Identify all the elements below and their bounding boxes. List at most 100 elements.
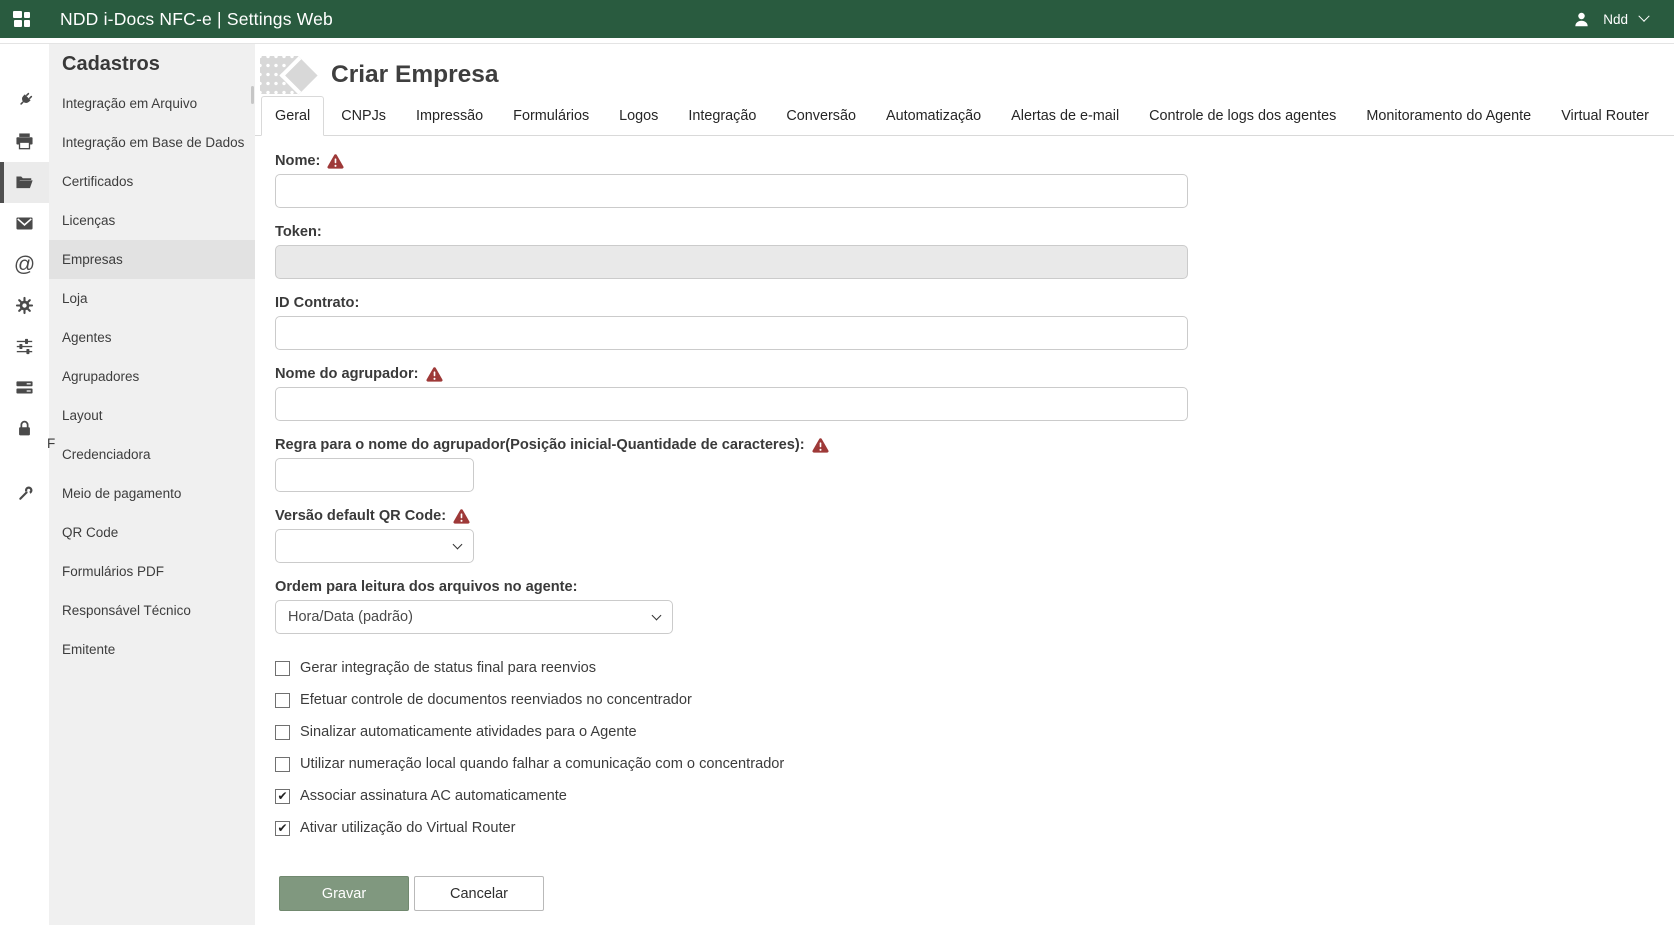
tab[interactable]: Controle de logs dos agentes bbox=[1136, 96, 1349, 135]
save-button[interactable]: Gravar bbox=[279, 876, 409, 911]
checkbox-row[interactable]: Ativar utilização do Virtual Router bbox=[275, 820, 1674, 836]
checkbox-row[interactable]: Efetuar controle de documentos reenviado… bbox=[275, 692, 1674, 708]
form-group: Nome: bbox=[275, 153, 1674, 208]
sidebar-scrollbar[interactable] bbox=[251, 86, 254, 104]
checkbox-row[interactable]: Gerar integração de status final para re… bbox=[275, 660, 1674, 676]
rail-item-tools[interactable] bbox=[0, 474, 49, 515]
field-label: Regra para o nome do agrupador(Posição i… bbox=[275, 437, 805, 453]
sidebar-item[interactable]: Credenciadora bbox=[49, 435, 255, 474]
warning-icon bbox=[327, 154, 344, 169]
wrench-icon bbox=[14, 484, 35, 505]
form-group: ID Contrato: bbox=[275, 295, 1674, 350]
tab[interactable]: Formulários bbox=[500, 96, 602, 135]
tab[interactable]: Conversão bbox=[773, 96, 869, 135]
form-group: Regra para o nome do agrupador(Posição i… bbox=[275, 437, 1674, 492]
rail-item-printing[interactable] bbox=[0, 121, 49, 162]
checkbox-unchecked-icon[interactable] bbox=[275, 725, 290, 740]
sidebar-item[interactable]: Loja bbox=[49, 279, 255, 318]
checkbox-label: Associar assinatura AC automaticamente bbox=[300, 788, 567, 804]
field-label: Nome do agrupador: bbox=[275, 366, 419, 382]
checkbox-row[interactable]: Sinalizar automaticamente atividades par… bbox=[275, 724, 1674, 740]
user-name: Ndd bbox=[1603, 12, 1628, 27]
field-input[interactable] bbox=[275, 316, 1188, 350]
sidebar-item[interactable]: Licenças bbox=[49, 201, 255, 240]
lock-icon bbox=[14, 418, 35, 439]
field-input bbox=[275, 245, 1188, 279]
checkbox-label: Gerar integração de status final para re… bbox=[300, 660, 596, 676]
sidebar-item[interactable]: Integração em Base de Dados bbox=[49, 123, 255, 162]
field-input[interactable] bbox=[275, 174, 1188, 208]
field-label: ID Contrato: bbox=[275, 295, 359, 311]
checkbox-row[interactable]: Associar assinatura AC automaticamente bbox=[275, 788, 1674, 804]
page-title: Criar Empresa bbox=[331, 61, 499, 89]
checkbox-label: Efetuar controle de documentos reenviado… bbox=[300, 692, 692, 708]
field-select[interactable] bbox=[275, 529, 474, 563]
sidebar-item[interactable]: Emitente bbox=[49, 630, 255, 669]
chevron-down-icon bbox=[1638, 11, 1649, 22]
checkbox-row[interactable]: Utilizar numeração local quando falhar a… bbox=[275, 756, 1674, 772]
field-label-row: Versão default QR Code: bbox=[275, 508, 1674, 524]
field-select[interactable]: Hora/Data (padrão) bbox=[275, 600, 673, 634]
sidebar-list: Integração em ArquivoIntegração em Base … bbox=[49, 84, 255, 669]
sidebar-title: Cadastros bbox=[49, 53, 255, 76]
checkbox-label: Sinalizar automaticamente atividades par… bbox=[300, 724, 637, 740]
field-input[interactable] bbox=[275, 458, 474, 492]
checkbox-group: Gerar integração de status final para re… bbox=[275, 660, 1674, 836]
tab[interactable]: Geral bbox=[261, 96, 324, 136]
field-label: Token: bbox=[275, 224, 322, 240]
sidebar-item[interactable]: QR Code bbox=[49, 513, 255, 552]
checkbox-checked-icon[interactable] bbox=[275, 821, 290, 836]
server-icon bbox=[14, 377, 35, 398]
sidebar-item[interactable]: Integração em Arquivo bbox=[49, 84, 255, 123]
tab[interactable]: Virtual Router bbox=[1548, 96, 1662, 135]
rail-item-settings[interactable] bbox=[0, 285, 49, 326]
warning-icon bbox=[812, 438, 829, 453]
sidebar-item[interactable]: Responsável Técnico bbox=[49, 591, 255, 630]
main-content: Criar Empresa GeralCNPJsImpressãoFormulá… bbox=[255, 44, 1674, 925]
tab[interactable]: Monitoramento do Agente bbox=[1353, 96, 1544, 135]
app-launcher-icon[interactable] bbox=[13, 11, 33, 28]
sidebar-item[interactable]: Certificados bbox=[49, 162, 255, 201]
checkbox-unchecked-icon[interactable] bbox=[275, 661, 290, 676]
checkbox-unchecked-icon[interactable] bbox=[275, 757, 290, 772]
field-input[interactable] bbox=[275, 387, 1188, 421]
warning-icon bbox=[453, 509, 470, 524]
rail-item-servers[interactable] bbox=[0, 367, 49, 408]
tab[interactable]: Automatização bbox=[873, 96, 994, 135]
icon-rail: @ bbox=[0, 44, 49, 925]
field-label-row: Token: bbox=[275, 224, 1674, 240]
sidebar-item[interactable]: Formulários PDF bbox=[49, 552, 255, 591]
tab[interactable]: Alertas de e-mail bbox=[998, 96, 1132, 135]
tab[interactable]: Logos bbox=[606, 96, 671, 135]
plug-icon bbox=[14, 90, 35, 111]
sidebar-item[interactable]: Agentes bbox=[49, 318, 255, 357]
rail-item-integration[interactable] bbox=[0, 80, 49, 121]
tab[interactable]: Impressão bbox=[403, 96, 496, 135]
user-menu[interactable]: Ndd bbox=[1572, 10, 1674, 29]
rail-item-parameters[interactable] bbox=[0, 326, 49, 367]
form-group: Ordem para leitura dos arquivos no agent… bbox=[275, 579, 1674, 634]
top-bar: NDD i-Docs NFC-e | Settings Web Ndd bbox=[0, 0, 1674, 38]
checkbox-checked-icon[interactable] bbox=[275, 789, 290, 804]
rail-item-mail[interactable] bbox=[0, 203, 49, 244]
sidebar-item[interactable]: Agrupadores bbox=[49, 357, 255, 396]
sidebar-item[interactable]: Meio de pagamento bbox=[49, 474, 255, 513]
folder-open-icon bbox=[14, 172, 35, 193]
checkbox-unchecked-icon[interactable] bbox=[275, 693, 290, 708]
checkbox-label: Ativar utilização do Virtual Router bbox=[300, 820, 516, 836]
cancel-button[interactable]: Cancelar bbox=[414, 876, 544, 911]
rail-item-security[interactable] bbox=[0, 408, 49, 449]
tab[interactable]: Integração bbox=[675, 96, 769, 135]
tab[interactable]: CNPJs bbox=[328, 96, 399, 135]
app-title: NDD i-Docs NFC-e | Settings Web bbox=[60, 9, 333, 30]
sidebar-item[interactable]: Empresas bbox=[49, 240, 255, 279]
field-label-row: Nome do agrupador: bbox=[275, 366, 1674, 382]
rail-item-registrations[interactable] bbox=[0, 162, 49, 203]
rail-item-at[interactable]: @ bbox=[0, 244, 49, 285]
field-label-row: Nome: bbox=[275, 153, 1674, 169]
field-label: Ordem para leitura dos arquivos no agent… bbox=[275, 579, 578, 595]
field-label-row: Regra para o nome do agrupador(Posição i… bbox=[275, 437, 1674, 453]
form-group: Versão default QR Code: bbox=[275, 508, 1674, 563]
sliders-icon bbox=[14, 336, 35, 357]
sidebar-item[interactable]: Layout bbox=[49, 396, 255, 435]
